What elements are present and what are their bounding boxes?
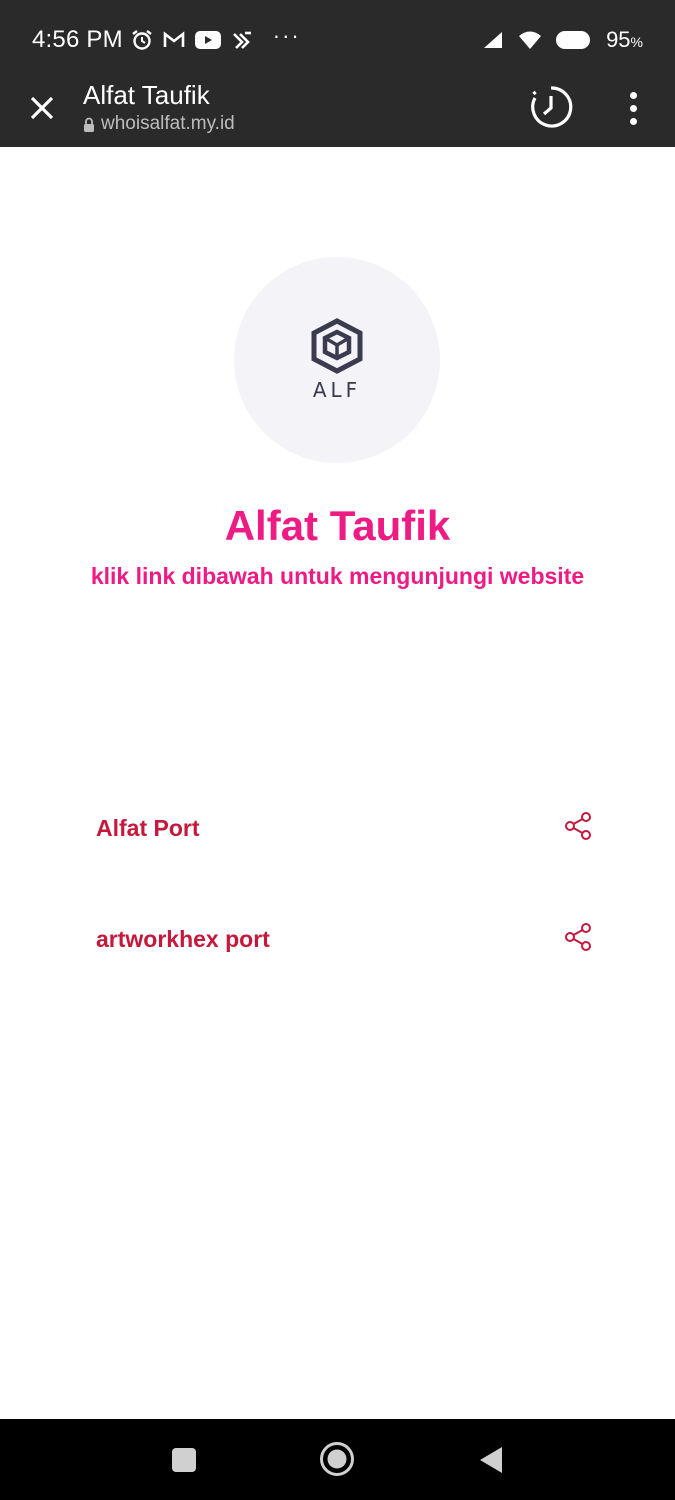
home-button[interactable] — [319, 1441, 355, 1477]
share-button[interactable] — [562, 810, 594, 842]
share-icon — [565, 923, 591, 951]
profile-description: klik link dibawah untuk mengunjungi webs… — [90, 563, 585, 589]
link-item-alfat-port[interactable]: Alfat Port — [96, 798, 596, 858]
battery-icon — [556, 31, 591, 49]
page-url: whoisalfat.my.id — [83, 113, 235, 135]
home-icon — [320, 1442, 354, 1476]
page-title: Alfat Taufik — [83, 80, 210, 110]
back-icon — [480, 1447, 502, 1473]
close-button[interactable] — [24, 90, 60, 126]
history-button[interactable] — [528, 84, 574, 130]
share-button[interactable] — [562, 921, 594, 953]
menu-dot-icon — [629, 104, 637, 112]
profile-name: Alfat Taufik — [224, 502, 451, 549]
browser-toolbar: Alfat Taufik whoisalfat.my.id — [0, 80, 675, 147]
signal-icon — [484, 32, 503, 48]
link-label: artworkhex port — [96, 925, 270, 952]
share-icon — [565, 812, 591, 840]
recents-button[interactable] — [172, 1448, 196, 1472]
youtube-icon — [194, 31, 221, 49]
battery-percentage: 95% — [606, 27, 643, 52]
wifi-icon — [519, 31, 542, 49]
alf-logo-icon — [311, 318, 363, 374]
close-icon — [30, 96, 54, 120]
page-info: Alfat Taufik whoisalfat.my.id — [83, 80, 235, 135]
url-text: whoisalfat.my.id — [101, 113, 235, 134]
link-item-artworkhex-port[interactable]: artworkhex port — [96, 909, 596, 969]
lock-icon — [84, 117, 94, 132]
xl-icon — [232, 31, 251, 49]
back-button[interactable] — [478, 1445, 504, 1475]
link-label: Alfat Port — [96, 814, 200, 841]
profile-avatar: ALF — [234, 257, 440, 463]
more-notifications: ··· — [272, 23, 301, 48]
navigation-bar — [0, 1419, 675, 1500]
menu-dot-icon — [629, 91, 637, 99]
notification-icons — [131, 29, 255, 51]
alarm-icon — [132, 30, 152, 50]
menu-dot-icon — [629, 117, 637, 125]
status-time: 4:56 PM — [32, 26, 123, 53]
system-icons: 95% — [482, 27, 643, 53]
gmail-icon — [163, 31, 185, 47]
more-options-button[interactable] — [618, 90, 648, 126]
status-bar: 4:56 PM ··· 95% — [0, 0, 675, 80]
logo-text: ALF — [312, 378, 362, 402]
history-icon — [531, 86, 573, 128]
page-content: ALF Alfat Taufik klik link dibawah untuk… — [0, 147, 675, 1419]
